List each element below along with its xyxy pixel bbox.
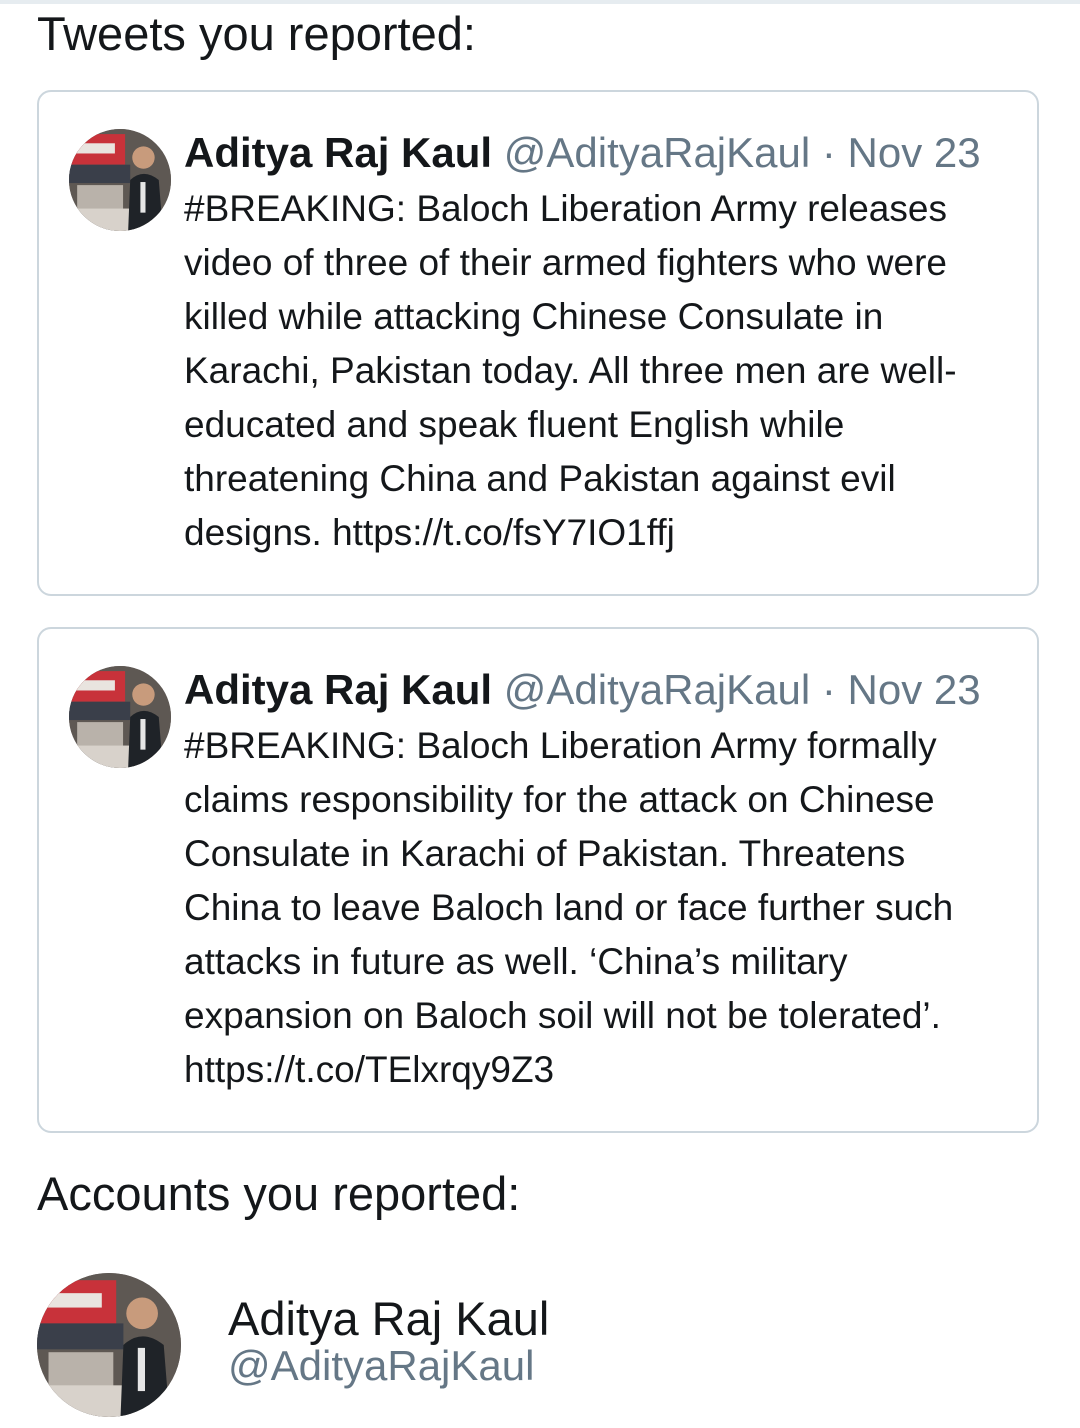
- tweet-separator: ·: [821, 129, 836, 176]
- tweet-date[interactable]: Nov 23: [848, 129, 981, 176]
- avatar[interactable]: [69, 129, 171, 231]
- tweet-author-handle[interactable]: @AdityaRajKaul: [504, 129, 810, 176]
- reported-account-row[interactable]: Aditya Raj Kaul @AdityaRajKaul: [37, 1273, 1037, 1419]
- profile-photo-icon: [69, 129, 171, 231]
- tweet-date[interactable]: Nov 23: [848, 666, 981, 713]
- tweets-section-heading: Tweets you reported:: [37, 7, 476, 60]
- tweet-author-name[interactable]: Aditya Raj Kaul: [184, 129, 492, 176]
- profile-photo-icon: [37, 1273, 181, 1417]
- reported-tweet-card[interactable]: Aditya Raj Kaul @AdityaRajKaul · Nov 23 …: [37, 90, 1039, 596]
- tweet-author-name[interactable]: Aditya Raj Kaul: [184, 666, 492, 713]
- avatar[interactable]: [69, 666, 171, 768]
- account-name[interactable]: Aditya Raj Kaul: [228, 1293, 549, 1345]
- reported-tweet-card[interactable]: Aditya Raj Kaul @AdityaRajKaul · Nov 23 …: [37, 627, 1039, 1133]
- profile-photo-icon: [69, 666, 171, 768]
- tweet-author-handle[interactable]: @AdityaRajKaul: [504, 666, 810, 713]
- tweet-separator: ·: [821, 666, 836, 713]
- accounts-section-heading: Accounts you reported:: [37, 1167, 521, 1220]
- tweet-text: #BREAKING: Baloch Liberation Army formal…: [184, 725, 954, 1090]
- account-handle[interactable]: @AdityaRajKaul: [228, 1341, 534, 1391]
- avatar[interactable]: [37, 1273, 181, 1417]
- top-divider: [0, 0, 1080, 4]
- tweet-text: #BREAKING: Baloch Liberation Army releas…: [184, 188, 957, 553]
